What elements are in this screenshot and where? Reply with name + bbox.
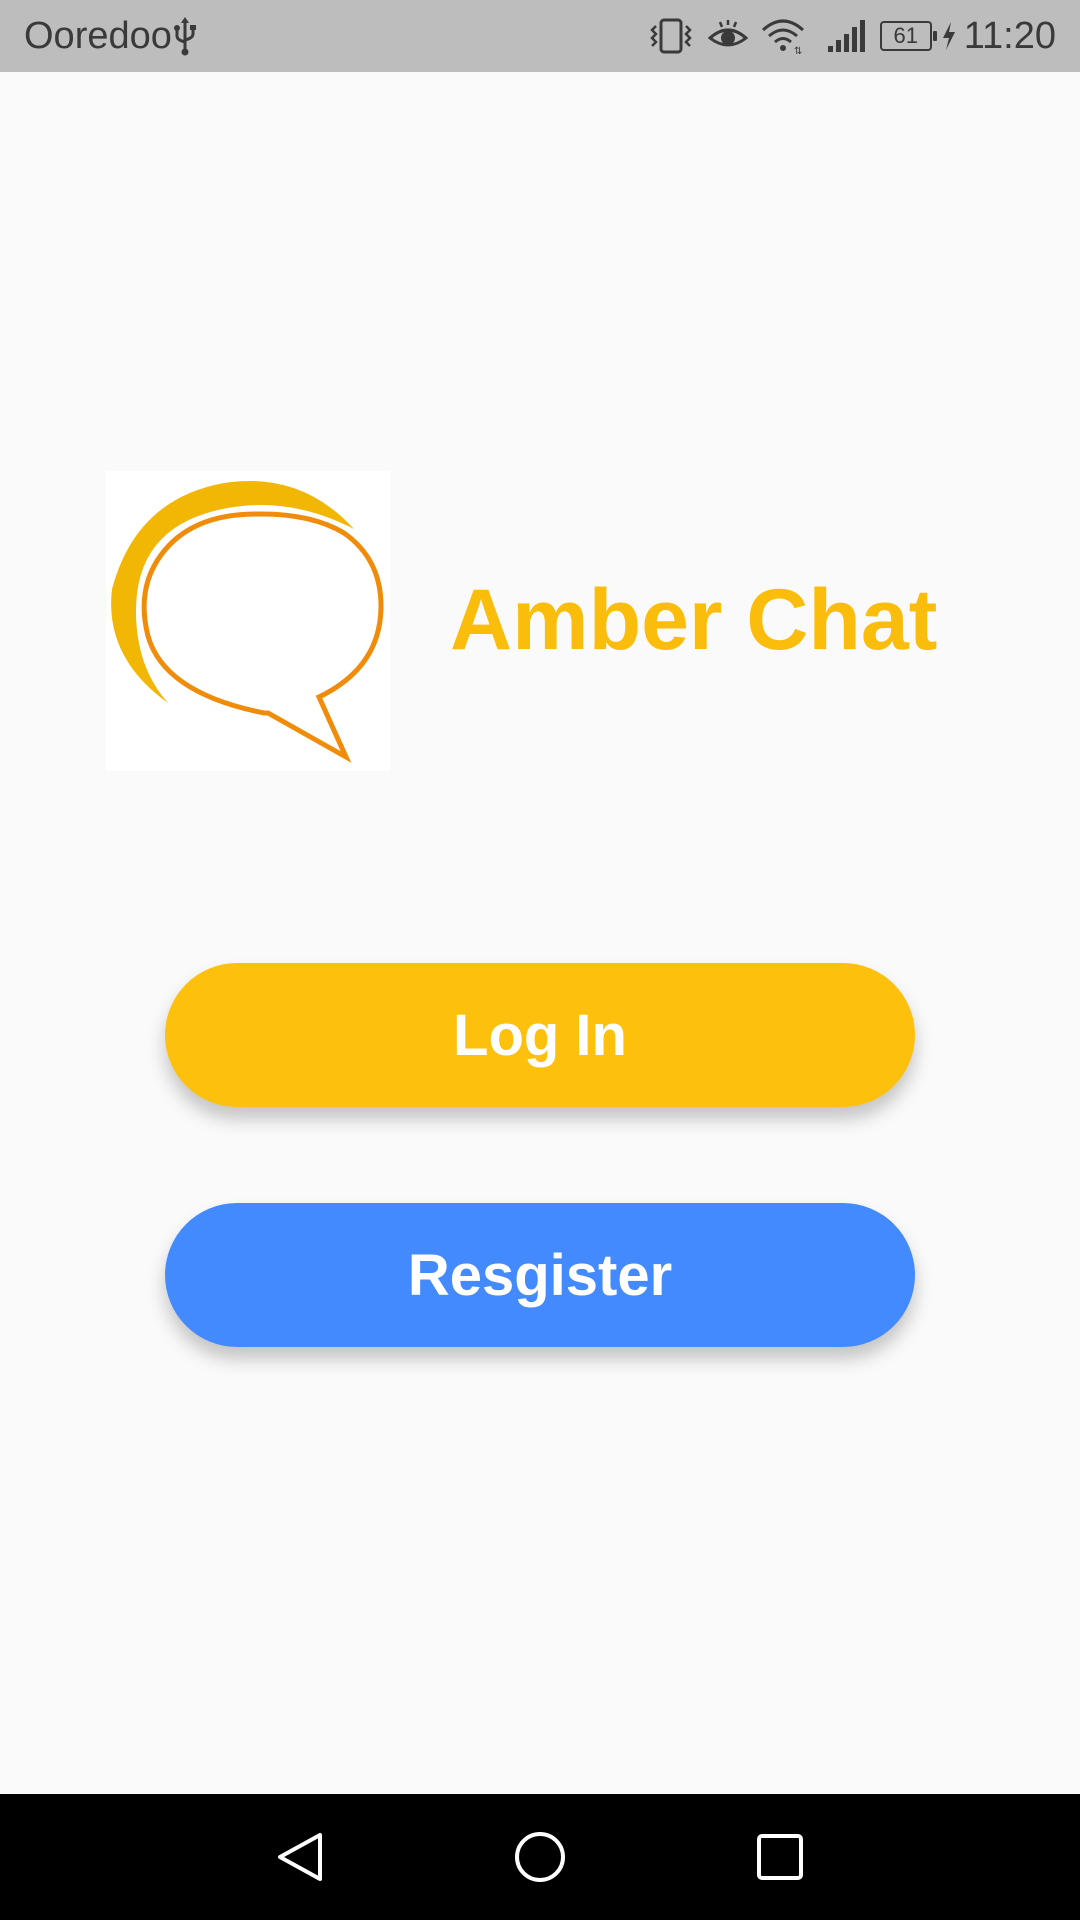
login-button[interactable]: Log In: [165, 963, 915, 1107]
clock: 11:20: [963, 15, 1056, 57]
eye-icon: [707, 20, 748, 47]
svg-text:⇅: ⇅: [794, 46, 802, 56]
back-icon[interactable]: [270, 1827, 330, 1887]
chat-bubble-logo-icon: [111, 480, 384, 763]
charging-bolt-icon: [942, 22, 955, 50]
navigation-bar: [0, 1794, 1080, 1920]
register-button[interactable]: Resgister: [165, 1203, 915, 1347]
welcome-screen: Ooredoo ⇅ 61 11:20 Amber Chat Log In Res…: [0, 0, 1080, 1920]
status-bar: Ooredoo ⇅ 61 11:20: [0, 0, 1080, 72]
carrier-name: Ooredoo: [24, 15, 172, 57]
recent-apps-icon[interactable]: [750, 1827, 810, 1887]
app-title: Amber Chat: [450, 572, 938, 668]
status-icons: ⇅ 61 11:20: [648, 10, 1056, 62]
login-button-label: Log In: [453, 1002, 627, 1068]
battery-icon: 61: [879, 21, 937, 51]
home-icon[interactable]: [510, 1827, 570, 1887]
wifi-icon: ⇅: [761, 19, 804, 56]
usb-icon: [174, 17, 196, 56]
vibrate-icon: [649, 18, 692, 54]
app-logo: [106, 471, 390, 771]
register-button-label: Resgister: [407, 1242, 673, 1308]
signal-icon: [827, 20, 865, 52]
